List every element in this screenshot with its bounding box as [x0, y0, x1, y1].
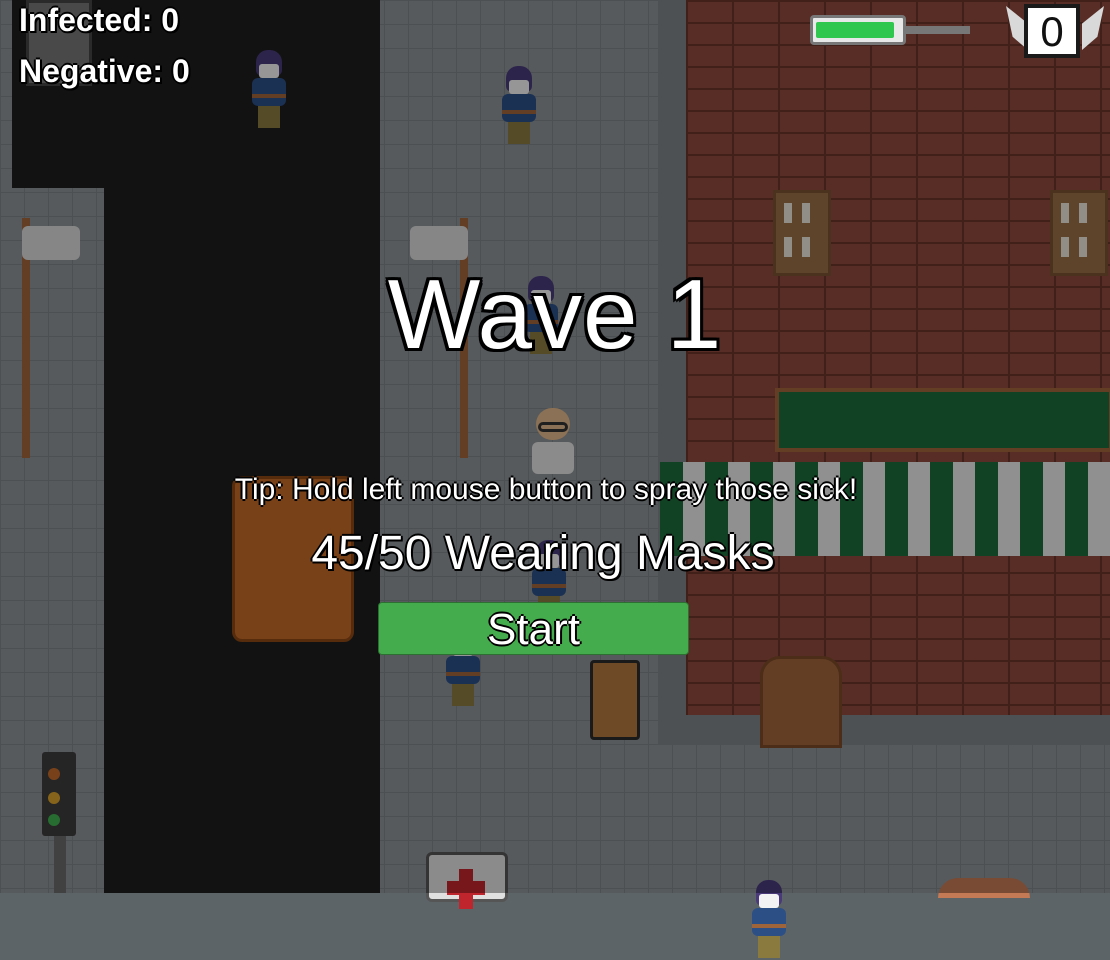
trash-bin	[590, 660, 640, 740]
wave-title: Wave 1	[387, 259, 723, 369]
negative-counter: Negative: 0	[19, 53, 190, 89]
start-button[interactable]: Start	[378, 602, 689, 655]
gameplay-tip: Tip: Hold left mouse button to spray tho…	[234, 473, 858, 506]
citizen-masked	[744, 880, 794, 960]
masks-status: 45/50 Wearing Masks	[311, 527, 775, 580]
citizen-masked	[244, 50, 294, 130]
shop-door	[760, 656, 842, 748]
building-base	[658, 715, 1110, 745]
health-bar-track	[906, 26, 970, 34]
citizen-masked	[494, 66, 544, 146]
wing-right-icon	[1082, 6, 1104, 50]
score-badge-value: 0	[1024, 4, 1080, 58]
score-badge: 0	[1006, 0, 1104, 62]
health-bar-fill	[816, 22, 894, 38]
game-world	[0, 0, 1110, 958]
street-lamp-head	[22, 226, 80, 260]
traffic-light-pole	[54, 836, 66, 893]
medkit-icon	[426, 852, 508, 909]
traffic-light	[42, 752, 76, 836]
infected-counter: Infected: 0	[19, 2, 180, 38]
shop-sign	[775, 388, 1110, 452]
health-bar	[810, 15, 906, 45]
street-lamp-head	[410, 226, 468, 260]
manhole	[938, 878, 1030, 898]
